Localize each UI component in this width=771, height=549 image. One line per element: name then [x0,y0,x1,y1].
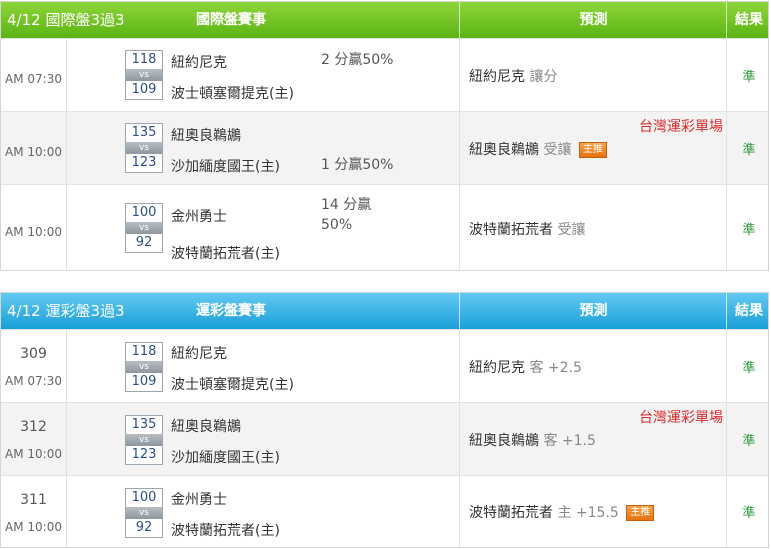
prediction: 波特蘭拓荒者 受讓 [469,219,585,239]
header-date: 4/12 國際盤3過3 [7,11,125,29]
table-row: 311 AM 10:00 100 vs 92 金州勇士 波特蘭拓荒者(主) 波特… [1,475,768,547]
result-cell: 準 [726,112,771,184]
prediction-type: 讓分 [529,69,558,85]
header-date: 4/12 運彩盤3過3 [7,302,125,320]
prediction: 紐約尼克 客 +2.5 [469,357,582,377]
header-result: 結果 [726,293,771,329]
spread-result: 14 分贏 50% [321,197,372,233]
score-away: 118 [131,52,157,67]
game-time: AM 10:00 [5,145,62,159]
game-number: 312 [20,419,47,435]
featured-pick-badge: 主推 [578,142,607,158]
team-home[interactable]: 波士頓塞爾提克(主) [171,83,294,103]
lottery-table: 4/12 運彩盤3過3 運彩盤賽事 預測 結果 309 AM 07:30 118… [0,292,769,548]
team-away[interactable]: 金州勇士 [171,206,227,226]
spread-result: 1 分贏50% [321,157,394,173]
vs-label: vs [126,434,162,446]
header-title: 國際盤賽事 [196,12,266,28]
header-prediction: 預測 [459,293,727,329]
score-box: 100 vs 92 [125,203,163,253]
prediction-team: 紐約尼克 [469,69,525,85]
team-home[interactable]: 沙加緬度國王(主) [171,156,280,176]
game-number: 309 [20,346,47,362]
score-home: 109 [131,82,157,97]
table-row: 309 AM 07:30 118 vs 109 紐約尼克 波士頓塞爾提克(主) … [1,329,768,402]
result-cell: 準 [726,330,771,402]
vs-label: vs [126,361,162,373]
table-row: AM 07:30 118 vs 109 紐約尼克 波士頓塞爾提克(主) 2 分贏… [1,38,768,111]
team-away[interactable]: 紐約尼克 [171,343,227,363]
score-box: 100 vs 92 [125,488,163,538]
featured-pick-badge: 主推 [626,505,655,521]
score-away: 100 [131,490,157,505]
team-away[interactable]: 紐奧良鵜鶘 [171,125,241,145]
prediction: 紐奧良鵜鶘 受讓 主推 [469,139,607,159]
result-cell: 準 [726,39,771,111]
score-home: 123 [131,447,157,462]
score-away: 135 [131,417,157,432]
lottery-header: 4/12 運彩盤3過3 運彩盤賽事 預測 結果 [1,293,768,329]
prediction-team: 紐奧良鵜鶘 [469,142,539,158]
taiwan-lottery-tag: 台灣運彩單場 [639,410,723,426]
team-home[interactable]: 波特蘭拓荒者(主) [171,243,280,263]
team-home[interactable]: 沙加緬度國王(主) [171,447,280,467]
vs-label: vs [126,142,162,154]
prediction-type: 受讓 [557,222,586,238]
table-row: AM 10:00 100 vs 92 金州勇士 波特蘭拓荒者(主) 14 分贏 … [1,184,768,271]
prediction-type: 受讓 [543,142,572,158]
table-row: 312 AM 10:00 135 vs 123 紐奧良鵜鶘 沙加緬度國王(主) … [1,402,768,475]
team-away[interactable]: 紐約尼克 [171,52,227,72]
game-number: 311 [20,492,47,508]
prediction-type: 客 +1.5 [543,433,596,449]
vs-label: vs [126,507,162,519]
score-box: 118 vs 109 [125,342,163,392]
prediction-team: 波特蘭拓荒者 [469,505,553,521]
score-box: 135 vs 123 [125,123,163,173]
prediction: 紐約尼克 讓分 [469,66,557,86]
score-box: 118 vs 109 [125,50,163,100]
prediction-team: 波特蘭拓荒者 [469,222,553,238]
prediction-team: 紐奧良鵜鶘 [469,433,539,449]
score-home: 92 [135,520,153,535]
header-result: 結果 [726,2,771,38]
header-prediction: 預測 [459,2,727,38]
vs-label: vs [126,69,162,81]
game-time: AM 07:30 [5,374,62,388]
taiwan-lottery-tag: 台灣運彩單場 [639,119,723,135]
score-home: 123 [131,155,157,170]
game-time: AM 10:00 [5,225,62,239]
score-away: 135 [131,125,157,140]
score-away: 100 [131,205,157,220]
team-home[interactable]: 波士頓塞爾提克(主) [171,374,294,394]
vs-label: vs [126,222,162,234]
game-time: AM 10:00 [5,520,62,534]
header-title: 運彩盤賽事 [196,303,266,319]
international-table: 4/12 國際盤3過3 國際盤賽事 預測 結果 AM 07:30 118 vs … [0,1,769,271]
result-cell: 準 [726,476,771,547]
team-home[interactable]: 波特蘭拓荒者(主) [171,520,280,540]
prediction-type: 主 +15.5 [557,505,619,521]
table-row: AM 10:00 135 vs 123 紐奧良鵜鶘 沙加緬度國王(主) 1 分贏… [1,111,768,184]
prediction: 紐奧良鵜鶘 客 +1.5 [469,430,596,450]
international-header: 4/12 國際盤3過3 國際盤賽事 預測 結果 [1,2,768,38]
result-cell: 準 [726,185,771,271]
score-box: 135 vs 123 [125,415,163,465]
prediction-type: 客 +2.5 [529,360,582,376]
prediction-team: 紐約尼克 [469,360,525,376]
score-home: 92 [135,235,153,250]
result-cell: 準 [726,403,771,475]
game-time: AM 07:30 [5,72,62,86]
team-away[interactable]: 金州勇士 [171,489,227,509]
game-time: AM 10:00 [5,447,62,461]
prediction: 波特蘭拓荒者 主 +15.5 主推 [469,502,655,522]
score-home: 109 [131,374,157,389]
score-away: 118 [131,344,157,359]
spread-result: 2 分贏50% [321,52,394,68]
team-away[interactable]: 紐奧良鵜鶘 [171,416,241,436]
